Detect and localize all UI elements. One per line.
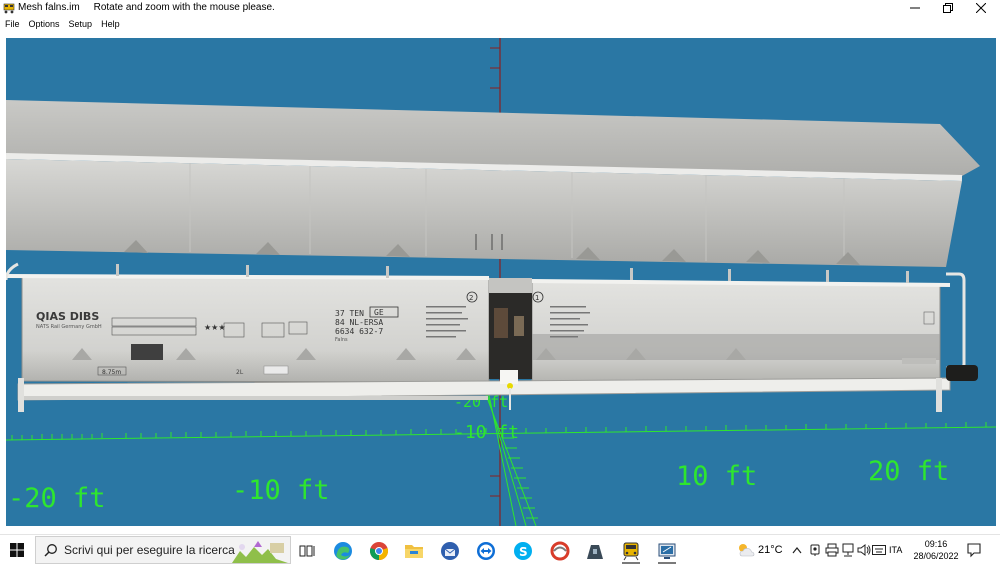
chevron-up-icon[interactable] — [792, 546, 802, 554]
close-icon — [976, 3, 986, 13]
ccleaner-button[interactable] — [545, 538, 575, 564]
wagon-code3: 6634 632-7 — [335, 327, 383, 336]
clock-date: 28/06/2022 — [913, 551, 959, 561]
terminal-button[interactable] — [580, 538, 610, 564]
minimize-icon — [910, 7, 920, 9]
maximize-icon — [943, 3, 953, 13]
mesh-viewer-icon — [658, 543, 676, 559]
wagon-length: 8.75m — [102, 369, 121, 376]
partly-cloudy-icon[interactable] — [736, 542, 756, 558]
wagon-code4: Falns — [335, 337, 348, 343]
label-10ft: 10 ft — [676, 461, 757, 492]
menu-options[interactable]: Options — [24, 17, 64, 31]
taskbar: Scrivi qui per eseguire la ricerca S 21°… — [0, 534, 1000, 564]
menu-bar: File Options Setup Help — [0, 17, 1000, 31]
train-icon — [623, 542, 639, 561]
volume-icon[interactable] — [857, 543, 871, 557]
task-view-button[interactable] — [292, 538, 322, 564]
wagon-code1: 37 TEN — [335, 309, 364, 318]
skype-icon: S — [514, 542, 532, 560]
title-bar: Mesh falns.im Rotate and zoom with the m… — [0, 0, 1000, 17]
file-explorer-button[interactable] — [399, 538, 429, 564]
meet-now-icon[interactable] — [809, 543, 821, 557]
close-button[interactable] — [964, 0, 998, 16]
3d-viewport[interactable]: -20 ft -10 ft 10 ft 20 ft -20 ft -10 ft — [6, 38, 996, 526]
minimize-button[interactable] — [898, 0, 932, 16]
network-icon[interactable] — [842, 543, 854, 557]
wagon-buffer — [946, 365, 978, 381]
window-message: Rotate and zoom with the mouse please. — [93, 2, 275, 13]
thunderbird-icon — [441, 542, 459, 560]
wagon-code1-box: GE — [374, 308, 384, 317]
edge-icon — [334, 542, 352, 560]
operator-logo: QIAS DIBS — [36, 310, 99, 323]
window-title: Mesh falns.im — [18, 2, 80, 13]
search-input[interactable]: Scrivi qui per eseguire la ricerca — [35, 536, 291, 564]
wagon-code2: 84 NL-ERSA — [335, 318, 383, 327]
keyboard-icon[interactable] — [872, 544, 886, 556]
svg-text:★★★: ★★★ — [204, 323, 226, 332]
file-explorer-icon — [405, 545, 423, 558]
search-highlight-icon — [232, 541, 288, 563]
thunderbird-button[interactable] — [435, 538, 465, 564]
wagon-small-label: 2L — [236, 369, 244, 376]
skype-button[interactable]: S — [508, 538, 538, 564]
wagon-handrail — [946, 272, 966, 370]
teamviewer-icon — [477, 542, 495, 560]
mesh-viewer-button[interactable] — [652, 538, 682, 564]
edge-button[interactable] — [328, 538, 358, 564]
search-placeholder: Scrivi qui per eseguire la ricerca — [64, 543, 235, 557]
weather-temperature[interactable]: 21°C — [758, 544, 783, 556]
menu-setup[interactable]: Setup — [64, 17, 97, 31]
language-indicator[interactable]: ITA — [889, 545, 902, 555]
label-20ft: 20 ft — [868, 456, 949, 487]
menu-help[interactable]: Help — [96, 17, 124, 31]
chrome-button[interactable] — [364, 538, 394, 564]
operator-sub: NATS Rail Germany GmbH — [36, 324, 102, 330]
clock-time: 09:16 — [924, 539, 948, 549]
wagon-body-right — [531, 280, 941, 385]
chrome-icon — [369, 542, 389, 560]
label-neg10ft: -10 ft — [232, 475, 330, 506]
label-neg20ft: -20 ft — [8, 483, 106, 514]
train-app-button[interactable] — [616, 538, 646, 564]
wagon-icon — [3, 3, 15, 14]
notification-icon[interactable] — [966, 542, 982, 558]
terminal-icon — [587, 545, 603, 559]
hopper-wagon: QIAS DIBS NATS Rail Germany GmbH ★★★ 37 … — [6, 100, 980, 412]
search-icon — [44, 543, 58, 557]
printer-icon[interactable] — [825, 543, 839, 557]
task-view-icon — [299, 545, 315, 557]
wagon-marker-left: 2 — [469, 294, 473, 302]
maximize-button[interactable] — [931, 0, 965, 16]
teamviewer-button[interactable] — [471, 538, 501, 564]
start-button[interactable] — [0, 535, 34, 564]
label-vert-neg10ft: -10 ft — [454, 422, 519, 443]
ccleaner-icon — [550, 541, 570, 561]
menu-file[interactable]: File — [0, 17, 24, 31]
wagon-plate — [131, 344, 163, 360]
scene-canvas[interactable]: -20 ft -10 ft 10 ft 20 ft -20 ft -10 ft — [6, 38, 996, 526]
clock[interactable]: 09:16 28/06/2022 — [912, 538, 960, 562]
windows-logo-icon — [10, 543, 24, 557]
wagon-marker-right: 1 — [535, 294, 539, 302]
svg-text:S: S — [519, 545, 528, 559]
grid-labels: -20 ft -10 ft 10 ft 20 ft -20 ft -10 ft — [8, 393, 949, 514]
